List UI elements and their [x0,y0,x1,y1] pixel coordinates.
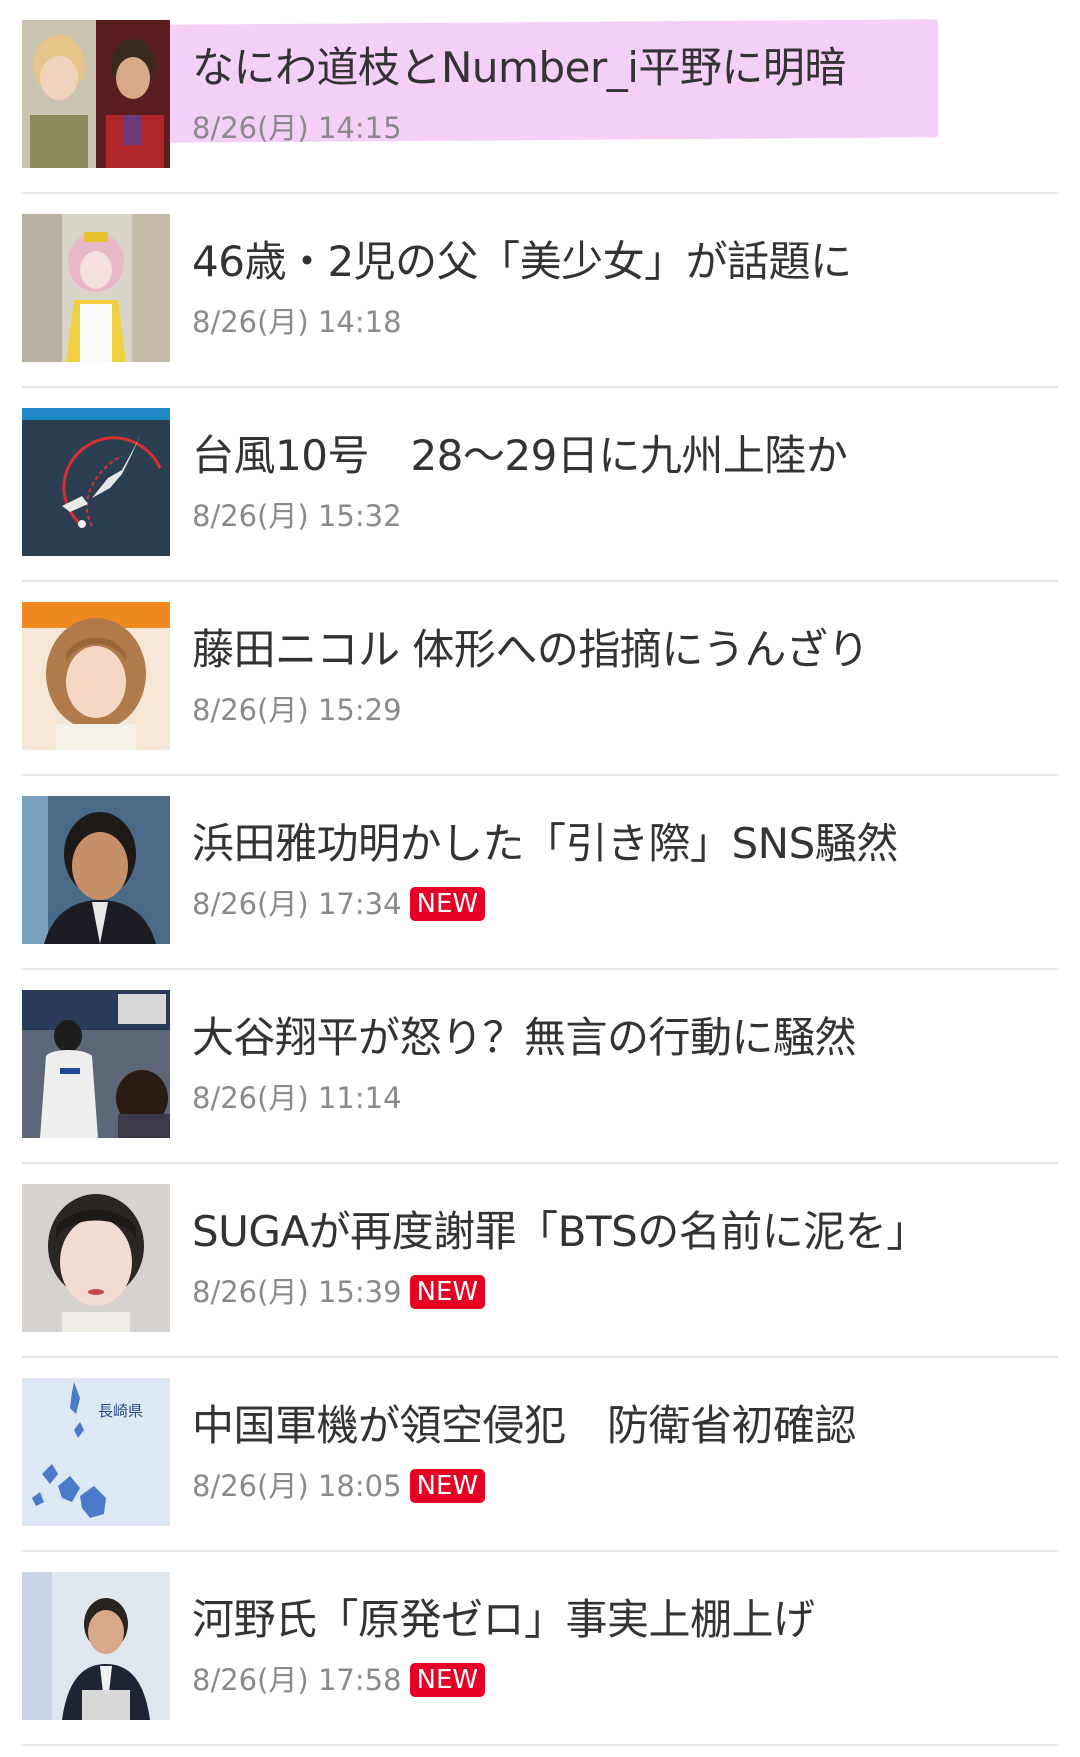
portrait-photo-icon [22,796,170,944]
article-timestamp: 8/26(月) 17:58 [192,1663,402,1697]
article-thumbnail[interactable] [22,1572,170,1720]
list-item[interactable]: 長崎県 中国軍機が領空侵犯 防衛省初確認 8/26(月) 18:05 NEW [0,1358,1080,1552]
article-meta: 8/26(月) 15:39 NEW [192,1274,486,1310]
list-item[interactable]: 藤田ニコル 体形への指摘にうんざり 8/26(月) 15:29 [0,582,1080,776]
article-meta: 8/26(月) 14:15 [192,110,402,146]
article-meta: 8/26(月) 15:32 [192,498,402,534]
article-headline[interactable]: 46歳・2児の父「美少女」が話題に [192,234,852,290]
article-thumbnail[interactable] [22,214,170,362]
portrait-photo-icon [22,1184,170,1332]
article-meta: 8/26(月) 17:34 NEW [192,886,486,922]
list-item[interactable]: 浜田雅功明かした「引き際」SNS騒然 8/26(月) 17:34 NEW [0,776,1080,970]
new-badge: NEW [409,1275,486,1309]
new-badge: NEW [409,1469,486,1503]
article-timestamp: 8/26(月) 14:15 [192,111,402,145]
new-badge: NEW [409,1663,486,1697]
portrait-photo-icon [22,602,170,750]
baseball-photo-icon [22,990,170,1138]
article-timestamp: 8/26(月) 18:05 [192,1469,402,1503]
article-headline[interactable]: 中国軍機が領空侵犯 防衛省初確認 [192,1398,857,1454]
article-timestamp: 8/26(月) 15:29 [192,693,402,727]
list-item[interactable]: 46歳・2児の父「美少女」が話題に 8/26(月) 14:18 [0,194,1080,388]
article-meta: 8/26(月) 11:14 [192,1080,402,1116]
article-timestamp: 8/26(月) 11:14 [192,1081,402,1115]
article-headline[interactable]: 藤田ニコル 体形への指摘にうんざり [192,622,869,678]
typhoon-map-icon [22,408,170,556]
nagasaki-map-icon: 長崎県 [22,1378,170,1526]
list-item[interactable]: 河野氏「原発ゼロ」事実上棚上げ 8/26(月) 17:58 NEW [0,1552,1080,1746]
article-thumbnail[interactable] [22,990,170,1138]
article-headline[interactable]: 大谷翔平が怒り？無言の行動に騒然 [192,1010,857,1066]
article-headline[interactable]: 台風10号 28～29日に九州上陸か [192,428,848,484]
article-timestamp: 8/26(月) 14:18 [192,305,402,339]
article-thumbnail[interactable] [22,1184,170,1332]
article-thumbnail[interactable] [22,20,170,168]
list-item[interactable]: 台風10号 28～29日に九州上陸か 8/26(月) 15:32 [0,388,1080,582]
press-conference-photo-icon [22,1572,170,1720]
two-actors-photo-icon [22,20,170,168]
article-meta: 8/26(月) 14:18 [192,304,402,340]
article-thumbnail[interactable] [22,408,170,556]
article-headline[interactable]: なにわ道枝とNumber_i平野に明暗 [192,40,846,96]
article-thumbnail[interactable] [22,602,170,750]
list-item[interactable]: SUGAが再度謝罪「BTSの名前に泥を」 8/26(月) 15:39 NEW [0,1164,1080,1358]
cosplay-photo-icon [22,214,170,362]
article-thumbnail[interactable] [22,796,170,944]
article-headline[interactable]: SUGAが再度謝罪「BTSの名前に泥を」 [192,1204,928,1260]
article-headline[interactable]: 浜田雅功明かした「引き際」SNS騒然 [192,816,898,872]
article-timestamp: 8/26(月) 17:34 [192,887,402,921]
news-list: なにわ道枝とNumber_i平野に明暗 8/26(月) 14:15 46歳・2児… [0,0,1080,1746]
article-meta: 8/26(月) 15:29 [192,692,402,728]
article-meta: 8/26(月) 17:58 NEW [192,1662,486,1698]
new-badge: NEW [409,887,486,921]
article-headline[interactable]: 河野氏「原発ゼロ」事実上棚上げ [192,1592,815,1648]
article-meta: 8/26(月) 18:05 NEW [192,1468,486,1504]
article-timestamp: 8/26(月) 15:39 [192,1275,402,1309]
list-item[interactable]: 大谷翔平が怒り？無言の行動に騒然 8/26(月) 11:14 [0,970,1080,1164]
article-timestamp: 8/26(月) 15:32 [192,499,402,533]
list-item[interactable]: なにわ道枝とNumber_i平野に明暗 8/26(月) 14:15 [0,0,1080,194]
article-thumbnail[interactable]: 長崎県 [22,1378,170,1526]
map-label: 長崎県 [98,1403,143,1420]
